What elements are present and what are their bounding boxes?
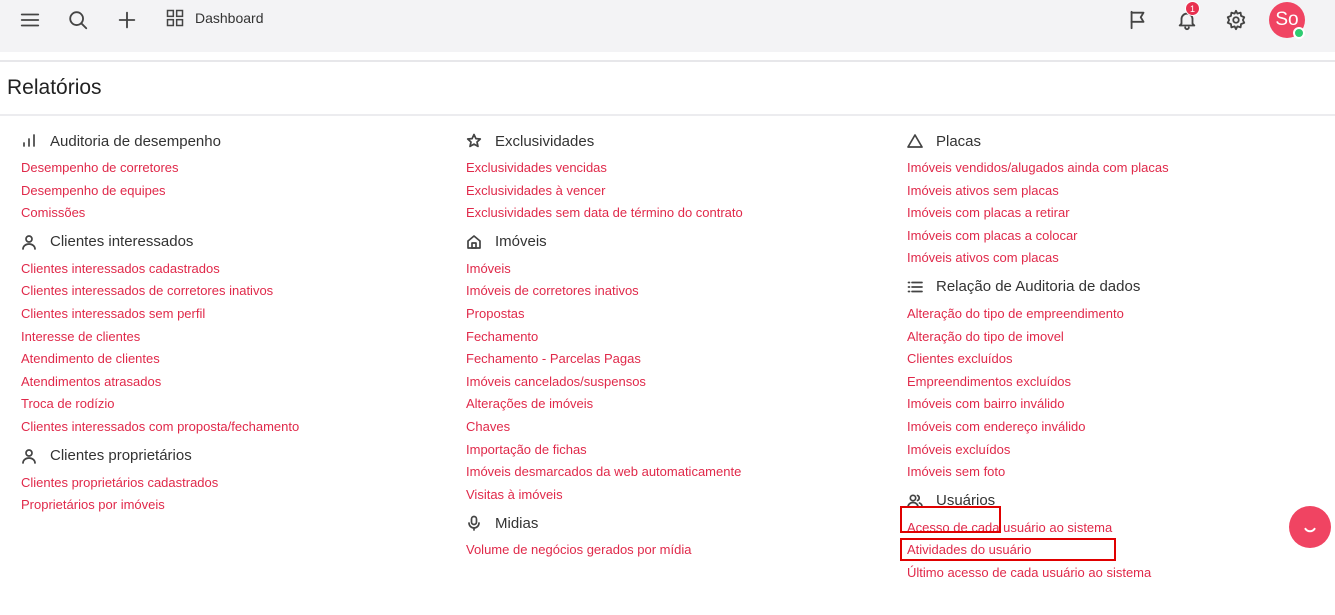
dashboard-label: Dashboard <box>195 10 264 26</box>
report-link[interactable]: Último acesso de cada usuário ao sistema <box>907 562 1169 585</box>
section-header-relacao-auditoria: Relação de Auditoria de dados <box>907 274 1169 300</box>
person-icon <box>21 448 37 464</box>
report-link[interactable]: Troca de rodízio <box>21 393 299 416</box>
section-title: Clientes interessados <box>50 233 194 251</box>
report-link[interactable]: Exclusividades à vencer <box>466 180 743 203</box>
report-link[interactable]: Imóveis desmarcados da web automaticamen… <box>466 461 743 484</box>
triangle-icon <box>907 133 923 149</box>
report-link[interactable]: Fechamento - Parcelas Pagas <box>466 348 743 371</box>
report-link[interactable]: Imóveis com placas a retirar <box>907 202 1169 225</box>
report-link[interactable]: Interesse de clientes <box>21 326 299 349</box>
report-link[interactable]: Chaves <box>466 416 743 439</box>
chat-button[interactable] <box>1289 506 1331 548</box>
report-link[interactable]: Alterações de imóveis <box>466 393 743 416</box>
dashboard-link[interactable]: Dashboard <box>165 8 264 28</box>
report-link[interactable]: Fechamento <box>466 326 743 349</box>
report-link[interactable]: Importação de fichas <box>466 439 743 462</box>
report-link[interactable]: Desempenho de corretores <box>21 157 299 180</box>
bar-chart-icon <box>21 133 37 149</box>
report-link[interactable]: Imóveis cancelados/suspensos <box>466 371 743 394</box>
highlight-box-acesso <box>900 538 1116 561</box>
plus-icon[interactable] <box>113 6 141 34</box>
report-link[interactable]: Clientes interessados sem perfil <box>21 303 299 326</box>
search-icon[interactable] <box>64 6 92 34</box>
report-link[interactable]: Proprietários por imóveis <box>21 494 299 517</box>
report-link[interactable]: Exclusividades vencidas <box>466 157 743 180</box>
section-title: Midias <box>495 514 539 532</box>
highlight-box-usuarios <box>900 506 1001 533</box>
section-header-placas: Placas <box>907 128 1169 154</box>
column-2: Exclusividades Exclusividades vencidas E… <box>466 128 743 566</box>
person-icon <box>21 234 37 250</box>
report-link[interactable]: Imóveis sem foto <box>907 461 1169 484</box>
notification-badge: 1 <box>1185 1 1200 16</box>
report-link[interactable]: Imóveis excluídos <box>907 439 1169 462</box>
flag-icon[interactable] <box>1124 6 1152 34</box>
top-bar: Dashboard 1 So <box>0 0 1335 52</box>
report-link[interactable]: Volume de negócios gerados por mídia <box>466 539 743 562</box>
chat-smile-icon <box>1304 527 1316 533</box>
report-link[interactable]: Visitas à imóveis <box>466 484 743 507</box>
report-link[interactable]: Atendimentos atrasados <box>21 371 299 394</box>
page-title: Relatórios <box>7 76 102 99</box>
report-link[interactable]: Clientes excluídos <box>907 348 1169 371</box>
gear-icon[interactable] <box>1222 6 1250 34</box>
section-header-clientes-proprietarios: Clientes proprietários <box>21 443 299 469</box>
report-link[interactable]: Empreendimentos excluídos <box>907 371 1169 394</box>
report-link[interactable]: Propostas <box>466 303 743 326</box>
grid-icon <box>166 9 184 27</box>
column-1: Auditoria de desempenho Desempenho de co… <box>21 128 299 521</box>
divider <box>0 114 1335 116</box>
report-link[interactable]: Imóveis ativos sem placas <box>907 180 1169 203</box>
report-link[interactable]: Imóveis com placas a colocar <box>907 225 1169 248</box>
home-icon <box>466 234 482 250</box>
section-title: Placas <box>936 132 982 150</box>
section-title: Imóveis <box>495 233 547 251</box>
section-header-imoveis: Imóveis <box>466 229 743 255</box>
report-link[interactable]: Atendimento de clientes <box>21 348 299 371</box>
report-link[interactable]: Alteração do tipo de imovel <box>907 326 1169 349</box>
report-link[interactable]: Clientes proprietários cadastrados <box>21 472 299 495</box>
report-link[interactable]: Imóveis com bairro inválido <box>907 393 1169 416</box>
report-link[interactable]: Imóveis <box>466 258 743 281</box>
report-link[interactable]: Imóveis de corretores inativos <box>466 280 743 303</box>
report-link[interactable]: Comissões <box>21 202 299 225</box>
report-link[interactable]: Imóveis vendidos/alugados ainda com plac… <box>907 157 1169 180</box>
section-title: Relação de Auditoria de dados <box>936 278 1141 296</box>
report-link[interactable]: Imóveis com endereço inválido <box>907 416 1169 439</box>
report-link[interactable]: Alteração do tipo de empreendimento <box>907 303 1169 326</box>
report-link[interactable]: Desempenho de equipes <box>21 180 299 203</box>
microphone-icon <box>466 515 482 532</box>
menu-icon[interactable] <box>16 6 44 34</box>
report-link[interactable]: Imóveis ativos com placas <box>907 247 1169 270</box>
online-status-dot <box>1293 27 1305 39</box>
report-link[interactable]: Clientes interessados com proposta/fecha… <box>21 416 299 439</box>
report-link[interactable]: Clientes interessados cadastrados <box>21 258 299 281</box>
section-header-clientes-interessados: Clientes interessados <box>21 229 299 255</box>
report-link[interactable]: Exclusividades sem data de término do co… <box>466 202 743 225</box>
report-link[interactable]: Clientes interessados de corretores inat… <box>21 280 299 303</box>
star-icon <box>466 133 482 149</box>
section-title: Exclusividades <box>495 132 595 150</box>
section-title: Clientes proprietários <box>50 447 192 465</box>
list-icon <box>907 279 923 295</box>
section-header-exclusividades: Exclusividades <box>466 128 743 154</box>
section-title: Auditoria de desempenho <box>50 132 221 150</box>
section-header-auditoria: Auditoria de desempenho <box>21 128 299 154</box>
section-header-midias: Midias <box>466 510 743 536</box>
divider <box>0 60 1335 62</box>
